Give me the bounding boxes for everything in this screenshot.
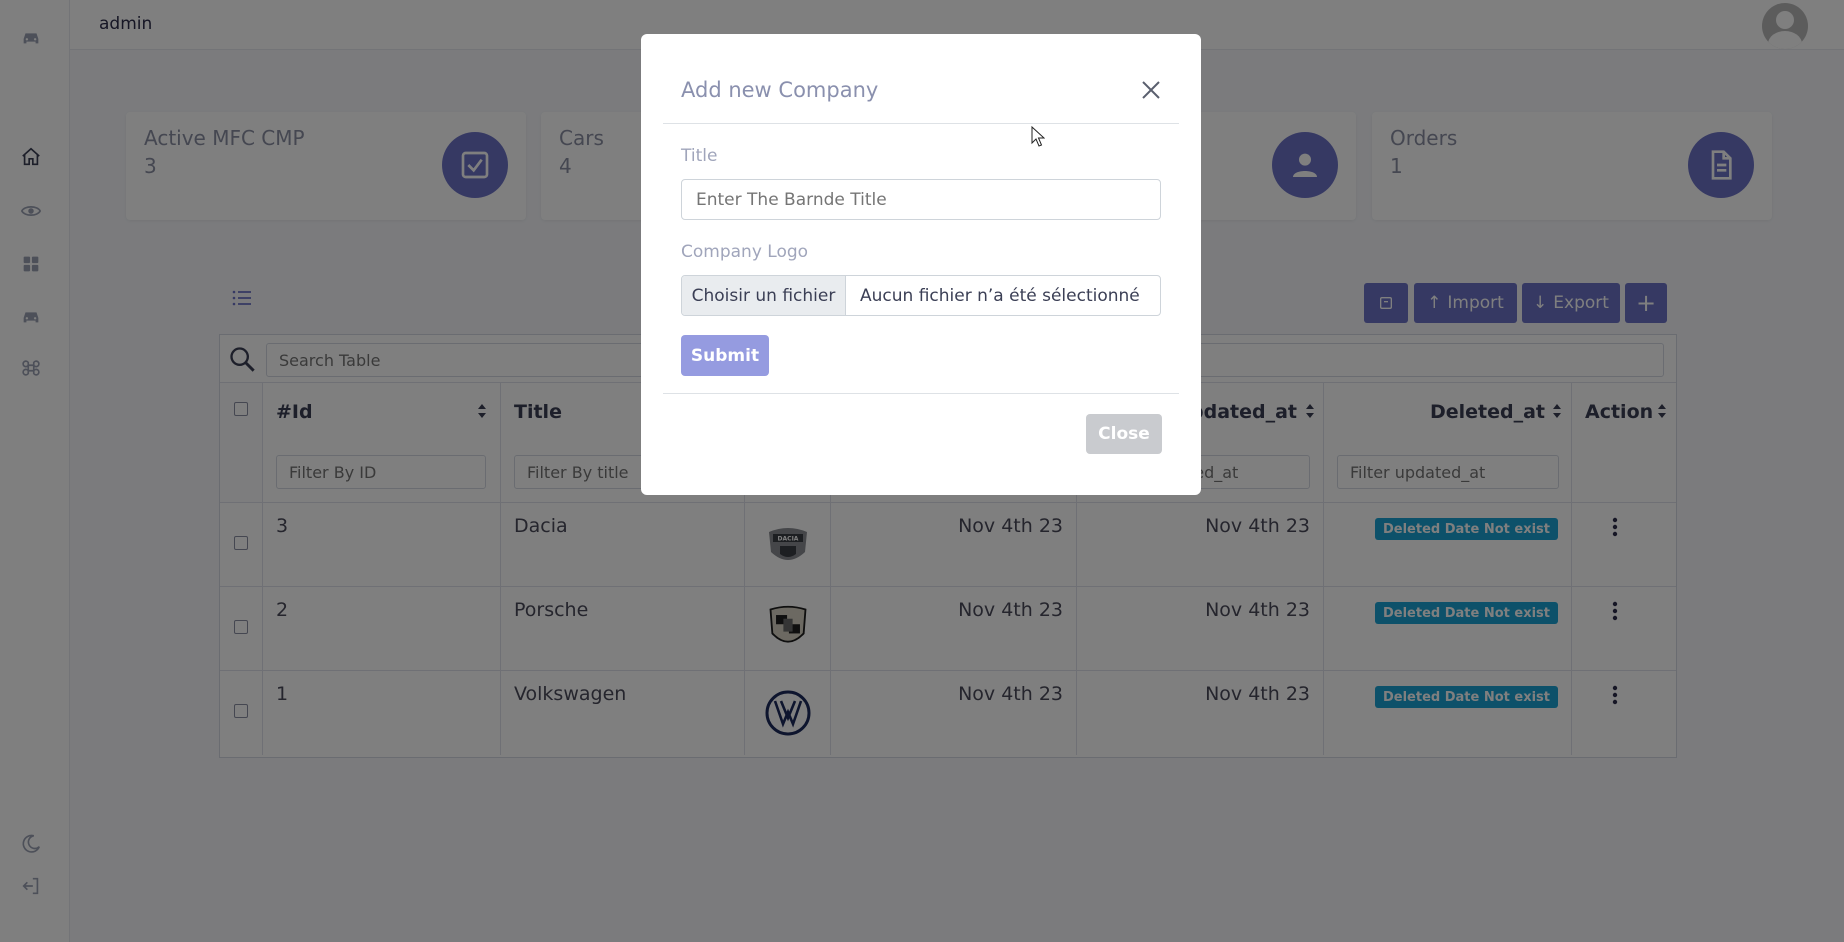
add-company-modal: Add new Company Title Company Logo Chois… bbox=[641, 34, 1201, 495]
close-icon[interactable] bbox=[1139, 78, 1163, 102]
submit-button[interactable]: Submit bbox=[681, 335, 769, 376]
title-input[interactable] bbox=[681, 179, 1161, 220]
choose-file-button[interactable]: Choisir un fichier bbox=[682, 276, 846, 315]
logo-label: Company Logo bbox=[681, 242, 809, 262]
file-status: Aucun fichier n’a été sélectionné bbox=[860, 285, 1140, 306]
logo-file-input[interactable]: Choisir un fichier Aucun fichier n’a été… bbox=[681, 275, 1161, 316]
close-button[interactable]: Close bbox=[1086, 414, 1162, 454]
title-label: Title bbox=[681, 146, 718, 166]
modal-divider bbox=[663, 123, 1179, 124]
mouse-cursor-icon bbox=[1031, 126, 1045, 147]
modal-title: Add new Company bbox=[681, 78, 879, 102]
modal-divider bbox=[663, 393, 1179, 394]
